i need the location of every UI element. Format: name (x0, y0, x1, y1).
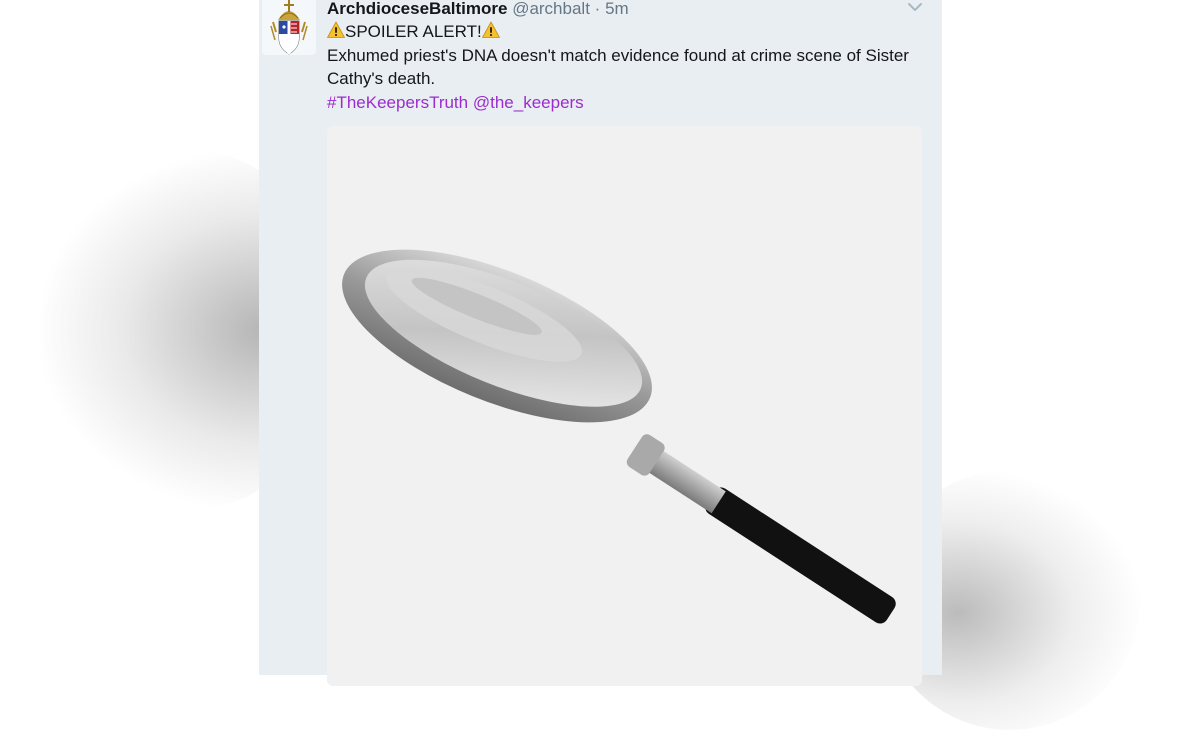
separator-dot: · (594, 0, 601, 18)
tweet-media[interactable] (327, 126, 922, 686)
display-name[interactable]: ArchdioceseBaltimore (327, 0, 507, 18)
spoiler-line: SPOILER ALERT! (327, 20, 917, 44)
user-handle[interactable]: @archbalt (512, 0, 590, 18)
magnifying-glass-icon (342, 249, 896, 624)
coat-of-arms-icon (270, 0, 308, 55)
tweet-card[interactable]: ArchdioceseBaltimore @archbalt · 5m SPOI… (259, 0, 942, 686)
warning-icon (327, 21, 345, 38)
timestamp[interactable]: 5m (605, 0, 629, 18)
tweet-body: Exhumed priest's DNA doesn't match evide… (327, 45, 909, 89)
tweet-links: #TheKeepersTruth @the_keepers (327, 91, 917, 115)
warning-icon (481, 21, 500, 38)
spoiler-label: SPOILER ALERT! (345, 22, 482, 41)
hashtag-link[interactable]: #TheKeepersTruth (327, 93, 468, 112)
chevron-down-icon[interactable] (907, 0, 923, 12)
tweet-header: ArchdioceseBaltimore @archbalt · 5m (327, 0, 629, 20)
mention-link[interactable]: @the_keepers (473, 93, 584, 112)
tweet-text: SPOILER ALERT! Exhumed priest's DNA does… (327, 20, 917, 114)
avatar[interactable] (262, 0, 316, 55)
